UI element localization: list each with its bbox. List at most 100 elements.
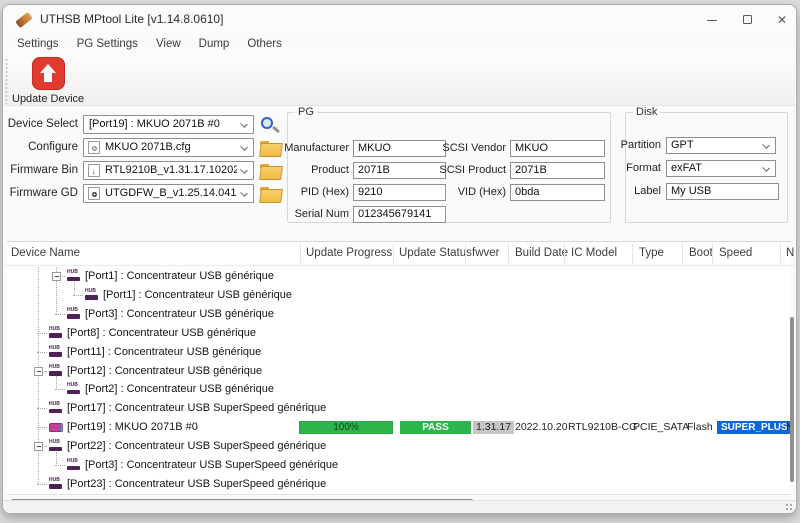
partition-combobox[interactable]: GPT xyxy=(666,137,776,154)
update-arrow-icon xyxy=(32,57,65,90)
partition-value: GPT xyxy=(671,138,759,153)
partition-label: Partition xyxy=(621,137,661,154)
manufacturer-field[interactable]: MKUO xyxy=(353,140,446,157)
configure-label: Configure xyxy=(3,138,78,157)
column-header-type[interactable]: Type xyxy=(639,241,664,266)
vertical-scrollbar-thumb[interactable] xyxy=(790,317,794,482)
serial-num-label: Serial Num xyxy=(295,206,349,223)
column-header-build-date[interactable]: Build Date xyxy=(515,241,568,266)
disk-label-field[interactable]: My USB xyxy=(666,183,779,200)
format-label: Format xyxy=(626,160,661,177)
firmware-gd-value: UTGDFW_B_v1.25.14.041521.bin xyxy=(105,185,237,202)
disk-label-label: Label xyxy=(634,183,661,200)
vid-hex-label: VID (Hex) xyxy=(458,184,506,201)
column-header-update-status[interactable]: Update Status xyxy=(399,241,472,266)
device-select-value: [Port19] : MKUO 2071B #0 xyxy=(89,116,237,133)
browse-firmware-bin-button[interactable] xyxy=(258,161,284,181)
format-combobox[interactable]: exFAT xyxy=(666,160,776,177)
maximize-icon xyxy=(743,15,752,24)
disk-group-title: Disk xyxy=(633,106,660,118)
column-header-ic-model[interactable]: IC Model xyxy=(571,241,617,266)
column-header-boot[interactable]: Boot xyxy=(689,241,713,266)
close-icon: ✕ xyxy=(777,14,787,26)
chevron-down-icon xyxy=(762,164,770,172)
chevron-down-icon xyxy=(240,143,248,151)
browse-firmware-gd-button[interactable] xyxy=(258,184,284,204)
column-header-update-progress[interactable]: Update Progress xyxy=(306,241,392,266)
chevron-down-icon xyxy=(240,120,248,128)
column-separator xyxy=(393,244,394,263)
pid-hex-field[interactable]: 9210 xyxy=(353,184,446,201)
window-title: UTHSB MPtool Lite [v1.14.8.0610] xyxy=(40,12,223,26)
configure-value: MKUO 2071B.cfg xyxy=(105,139,237,156)
chevron-down-icon xyxy=(240,166,248,174)
column-header-device-name[interactable]: Device Name xyxy=(11,241,80,266)
pg-groupbox: PG Manufacturer MKUO SCSI Vendor MKUO Pr… xyxy=(287,112,611,223)
scsi-product-field[interactable]: 2071B xyxy=(510,162,605,179)
pid-hex-label: PID (Hex) xyxy=(301,184,349,201)
menu-item-others[interactable]: Others xyxy=(238,35,291,53)
column-header-speed[interactable]: Speed xyxy=(719,241,752,266)
tree-connector xyxy=(56,267,57,314)
column-separator xyxy=(465,244,466,263)
menu-item-settings[interactable]: Settings xyxy=(8,35,68,53)
app-usb-logo-icon xyxy=(15,12,33,28)
configure-combobox[interactable]: MKUO 2071B.cfg xyxy=(83,138,254,157)
firmware-bin-label: Firmware Bin xyxy=(3,161,78,180)
scsi-vendor-label: SCSI Vendor xyxy=(442,140,506,157)
minimize-button[interactable] xyxy=(697,10,727,29)
tree-connector xyxy=(38,267,39,484)
tree-connector xyxy=(56,452,57,466)
scsi-vendor-field[interactable]: MKUO xyxy=(510,140,605,157)
column-header-fwver[interactable]: fwver xyxy=(472,241,499,266)
pg-group-title: PG xyxy=(295,106,317,118)
toolbar xyxy=(4,54,795,106)
column-separator xyxy=(632,244,633,263)
menubar: SettingsPG SettingsViewDumpOthers xyxy=(8,35,291,53)
update-device-button[interactable]: Update Device xyxy=(12,57,84,105)
menu-item-pg-settings[interactable]: PG Settings xyxy=(68,35,147,53)
column-separator xyxy=(564,244,565,263)
gd-file-icon xyxy=(88,187,100,200)
device-select-combobox[interactable]: [Port19] : MKUO 2071B #0 xyxy=(83,115,254,134)
update-device-label: Update Device xyxy=(12,93,84,105)
column-header-n[interactable]: N xyxy=(786,241,797,266)
column-separator xyxy=(508,244,509,263)
toolbar-grip[interactable] xyxy=(5,58,8,104)
firmware-bin-combobox[interactable]: RTL9210B_v1.31.17.102022.bin xyxy=(83,161,254,180)
folder-icon xyxy=(260,187,280,201)
manufacturer-label: Manufacturer xyxy=(284,140,349,157)
menu-item-view[interactable]: View xyxy=(147,35,190,53)
folder-icon xyxy=(260,141,280,155)
product-field[interactable]: 2071B xyxy=(353,162,446,179)
device-list-area xyxy=(7,241,791,495)
search-device-button[interactable] xyxy=(258,115,284,135)
cfg-file-icon xyxy=(88,141,100,154)
column-separator xyxy=(712,244,713,263)
menu-item-dump[interactable]: Dump xyxy=(190,35,239,53)
device-select-label: Device Select xyxy=(3,115,78,134)
resize-grip-icon[interactable] xyxy=(784,502,793,511)
chevron-down-icon xyxy=(240,189,248,197)
firmware-gd-combobox[interactable]: UTGDFW_B_v1.25.14.041521.bin xyxy=(83,184,254,203)
column-separator xyxy=(682,244,683,263)
app-window: UTHSB MPtool Lite [v1.14.8.0610] ✕ Setti… xyxy=(2,4,797,514)
serial-num-field[interactable]: 012345679141 xyxy=(353,206,446,223)
tree-connector xyxy=(56,376,57,390)
vid-hex-field[interactable]: 0bda xyxy=(510,184,605,201)
firmware-bin-value: RTL9210B_v1.31.17.102022.bin xyxy=(105,162,237,179)
titlebar: UTHSB MPtool Lite [v1.14.8.0610] ✕ xyxy=(3,5,796,33)
disk-groupbox: Disk Partition GPT Format exFAT Label My… xyxy=(625,112,788,223)
tree-connector xyxy=(74,282,75,295)
browse-configure-button[interactable] xyxy=(258,138,284,158)
folder-icon xyxy=(260,164,280,178)
search-icon-handle xyxy=(272,126,280,133)
chevron-down-icon xyxy=(762,141,770,149)
close-button[interactable]: ✕ xyxy=(767,10,797,29)
table-header: Device Name Update Progress Update Statusf… xyxy=(3,241,797,266)
maximize-button[interactable] xyxy=(733,10,763,29)
format-value: exFAT xyxy=(671,161,759,176)
scsi-product-label: SCSI Product xyxy=(439,162,506,179)
minimize-icon xyxy=(707,20,717,21)
column-separator xyxy=(780,244,781,263)
